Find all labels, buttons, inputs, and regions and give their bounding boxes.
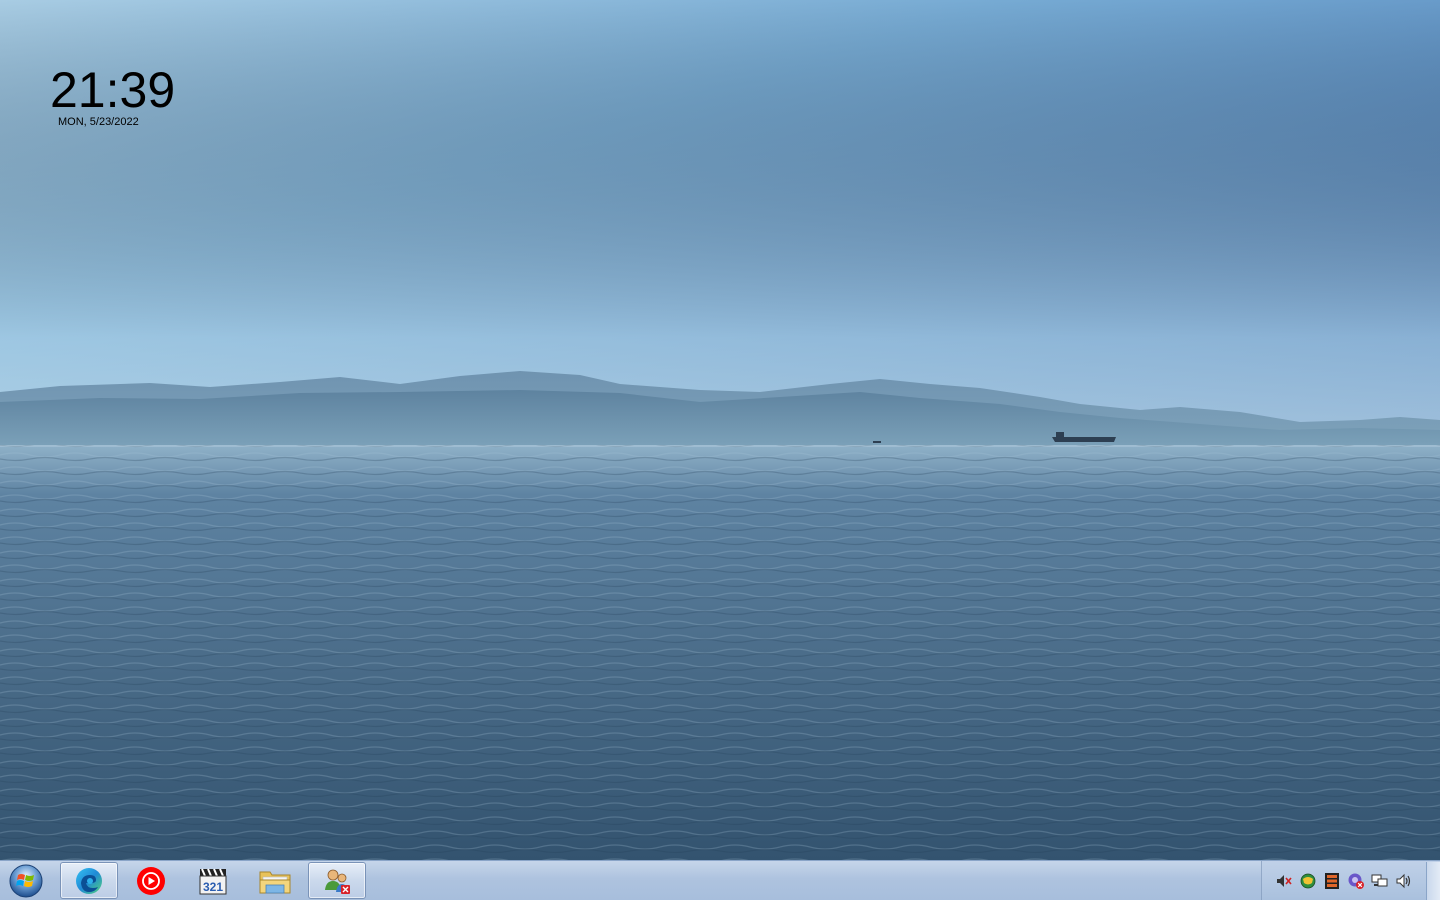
tray-film-strip[interactable] [1323, 872, 1341, 890]
taskbar-media-player-button[interactable]: 321 [184, 862, 242, 899]
taskbar-youtube-music-button[interactable] [122, 862, 180, 899]
clock-time: 21:39 [50, 62, 176, 118]
taskbar-user-accounts-button[interactable] [308, 862, 366, 899]
network-globe-icon [1300, 873, 1316, 888]
taskbar-edge-button[interactable] [60, 862, 118, 899]
desktop[interactable]: 21:39 MON, 5/23/2022 [0, 0, 1440, 860]
tray-network[interactable] [1371, 872, 1389, 890]
tray-volume-mute[interactable] [1275, 872, 1293, 890]
windows-orb-icon [9, 864, 43, 897]
user-accounts-icon [325, 869, 350, 894]
wallpaper-image [0, 0, 1440, 860]
film-strip-icon [1325, 872, 1339, 889]
tray-speaker[interactable] [1395, 872, 1413, 890]
clock-gadget: 21:39 MON, 5/23/2022 [50, 62, 175, 128]
file-explorer-icon [259, 871, 291, 893]
network-icon [1371, 874, 1388, 886]
volume-mute-icon [1277, 874, 1292, 887]
shield-error-icon [1348, 873, 1364, 889]
show-desktop-button[interactable] [1426, 861, 1440, 900]
youtube-music-icon [137, 866, 165, 895]
start-button[interactable] [6, 862, 46, 899]
edge-icon [76, 867, 102, 894]
media-player-classic-icon: 321 [199, 868, 227, 894]
speaker-icon [1396, 873, 1411, 888]
tray-shield-error[interactable] [1347, 872, 1365, 890]
system-tray [1261, 861, 1440, 900]
tray-network-globe[interactable] [1299, 872, 1317, 890]
taskbar-file-explorer-button[interactable] [246, 862, 304, 899]
taskbar: 321 [0, 860, 1440, 900]
svg-text:321: 321 [203, 880, 223, 894]
